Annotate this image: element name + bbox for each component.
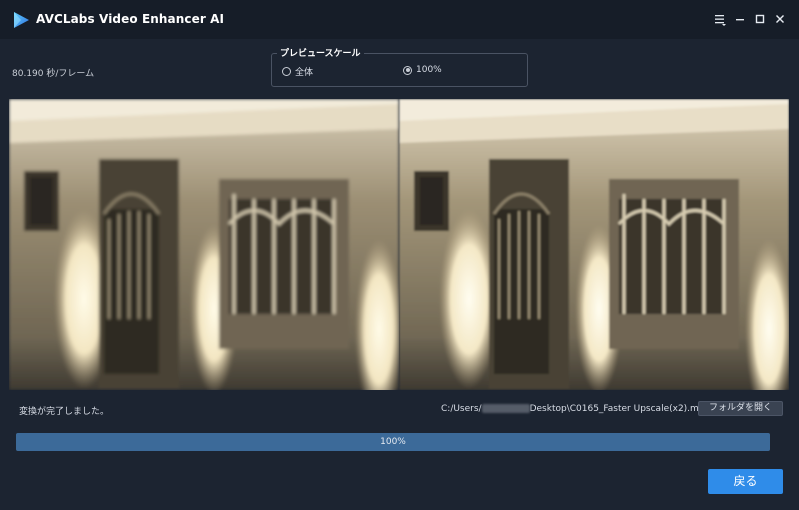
menu-icon[interactable] <box>713 12 727 26</box>
title-bar: AVCLabs Video Enhancer AI <box>0 0 799 39</box>
app-title: AVCLabs Video Enhancer AI <box>36 12 225 26</box>
redacted-username <box>481 404 530 413</box>
back-button[interactable]: 戻る <box>708 469 783 494</box>
preview-scale-label: プレビュースケール <box>277 46 364 59</box>
scale-option-100-label: 100% <box>416 65 442 75</box>
processing-speed-text: 80.190 秒/フレーム <box>12 69 95 79</box>
progress-label: 100% <box>380 437 406 447</box>
scale-option-whole-label: 全体 <box>295 68 314 78</box>
preview-scale-group: プレビュースケール 全体 100% <box>271 46 528 87</box>
output-path-prefix: C:/Users/ <box>441 404 482 414</box>
close-icon[interactable] <box>773 12 787 26</box>
maximize-icon[interactable] <box>753 12 767 26</box>
scale-option-100[interactable]: 100% <box>403 65 442 75</box>
radio-selected-icon <box>403 65 412 75</box>
app-logo-icon <box>14 12 29 28</box>
output-file-path: C:/Users/Desktop\C0165_Faster Upscale(x2… <box>441 404 710 414</box>
minimize-icon[interactable] <box>733 12 747 26</box>
radio-unselected-icon <box>282 67 291 76</box>
status-message: 変換が完了しました。 <box>19 407 110 417</box>
scale-option-whole[interactable]: 全体 <box>282 65 313 78</box>
open-folder-button[interactable]: フォルダを開く <box>698 401 783 416</box>
output-path-suffix: Desktop\C0165_Faster Upscale(x2).mp4 <box>529 404 711 414</box>
enhanced-preview-image <box>399 99 789 390</box>
original-preview-image <box>9 99 399 390</box>
progress-bar: 100% <box>16 433 770 451</box>
